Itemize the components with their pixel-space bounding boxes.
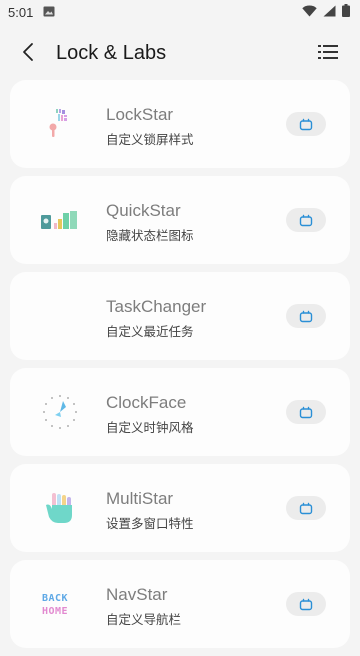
module-card-navstar[interactable]: BACK HOME NavStar 自定义导航栏 [10, 560, 350, 648]
quickstar-icon [40, 200, 80, 240]
store-button[interactable] [286, 496, 326, 520]
module-title: QuickStar [106, 201, 181, 220]
clockface-icon [40, 392, 80, 432]
module-card-lockstar[interactable]: LockStar 自定义锁屏样式 [10, 80, 350, 168]
shopping-bag-icon [299, 502, 313, 515]
shopping-bag-icon [299, 406, 313, 419]
navstar-icon: BACK HOME [40, 584, 80, 624]
module-list: LockStar 自定义锁屏样式 QuickStar 隐藏状态栏图标 TaskC… [10, 80, 350, 656]
wifi-icon [302, 5, 317, 20]
back-arrow-icon [23, 43, 33, 61]
svg-text:HOME: HOME [42, 606, 68, 617]
module-title: ClockFace [106, 393, 187, 412]
store-button[interactable] [286, 208, 326, 232]
module-subtitle: 自定义锁屏样式 [106, 133, 194, 147]
taskchanger-icon-placeholder [40, 296, 80, 336]
module-card-taskchanger[interactable]: TaskChanger 自定义最近任务 [10, 272, 350, 360]
module-title: NavStar [106, 585, 168, 604]
list-menu-icon [318, 45, 338, 59]
module-subtitle: 自定义导航栏 [106, 613, 182, 627]
status-bar: 5:01 [0, 0, 360, 24]
image-notification-icon [43, 5, 55, 20]
module-subtitle: 自定义时钟风格 [106, 421, 194, 435]
module-card-quickstar[interactable]: QuickStar 隐藏状态栏图标 [10, 176, 350, 264]
module-subtitle: 设置多窗口特性 [106, 517, 194, 531]
shopping-bag-icon [299, 310, 313, 323]
app-header: Lock & Labs [0, 30, 360, 76]
store-button[interactable] [286, 112, 326, 136]
module-subtitle: 自定义最近任务 [106, 325, 194, 339]
signal-icon [323, 5, 336, 20]
lockstar-icon [40, 104, 80, 144]
svg-text:BACK: BACK [42, 593, 68, 604]
status-left: 5:01 [8, 5, 55, 20]
shopping-bag-icon [299, 214, 313, 227]
battery-icon [342, 4, 350, 20]
status-time: 5:01 [8, 4, 34, 20]
module-subtitle: 隐藏状态栏图标 [106, 229, 194, 243]
status-right [302, 4, 350, 20]
page-title: Lock & Labs [56, 42, 167, 64]
back-button[interactable] [16, 40, 40, 64]
module-title: MultiStar [106, 489, 174, 508]
multistar-icon [40, 488, 80, 528]
store-button[interactable] [286, 304, 326, 328]
module-card-multistar[interactable]: MultiStar 设置多窗口特性 [10, 464, 350, 552]
list-menu-button[interactable] [316, 40, 340, 64]
store-button[interactable] [286, 400, 326, 424]
store-button[interactable] [286, 592, 326, 616]
module-title: TaskChanger [106, 297, 207, 316]
shopping-bag-icon [299, 598, 313, 611]
module-card-clockface[interactable]: ClockFace 自定义时钟风格 [10, 368, 350, 456]
module-title: LockStar [106, 105, 174, 124]
shopping-bag-icon [299, 118, 313, 131]
